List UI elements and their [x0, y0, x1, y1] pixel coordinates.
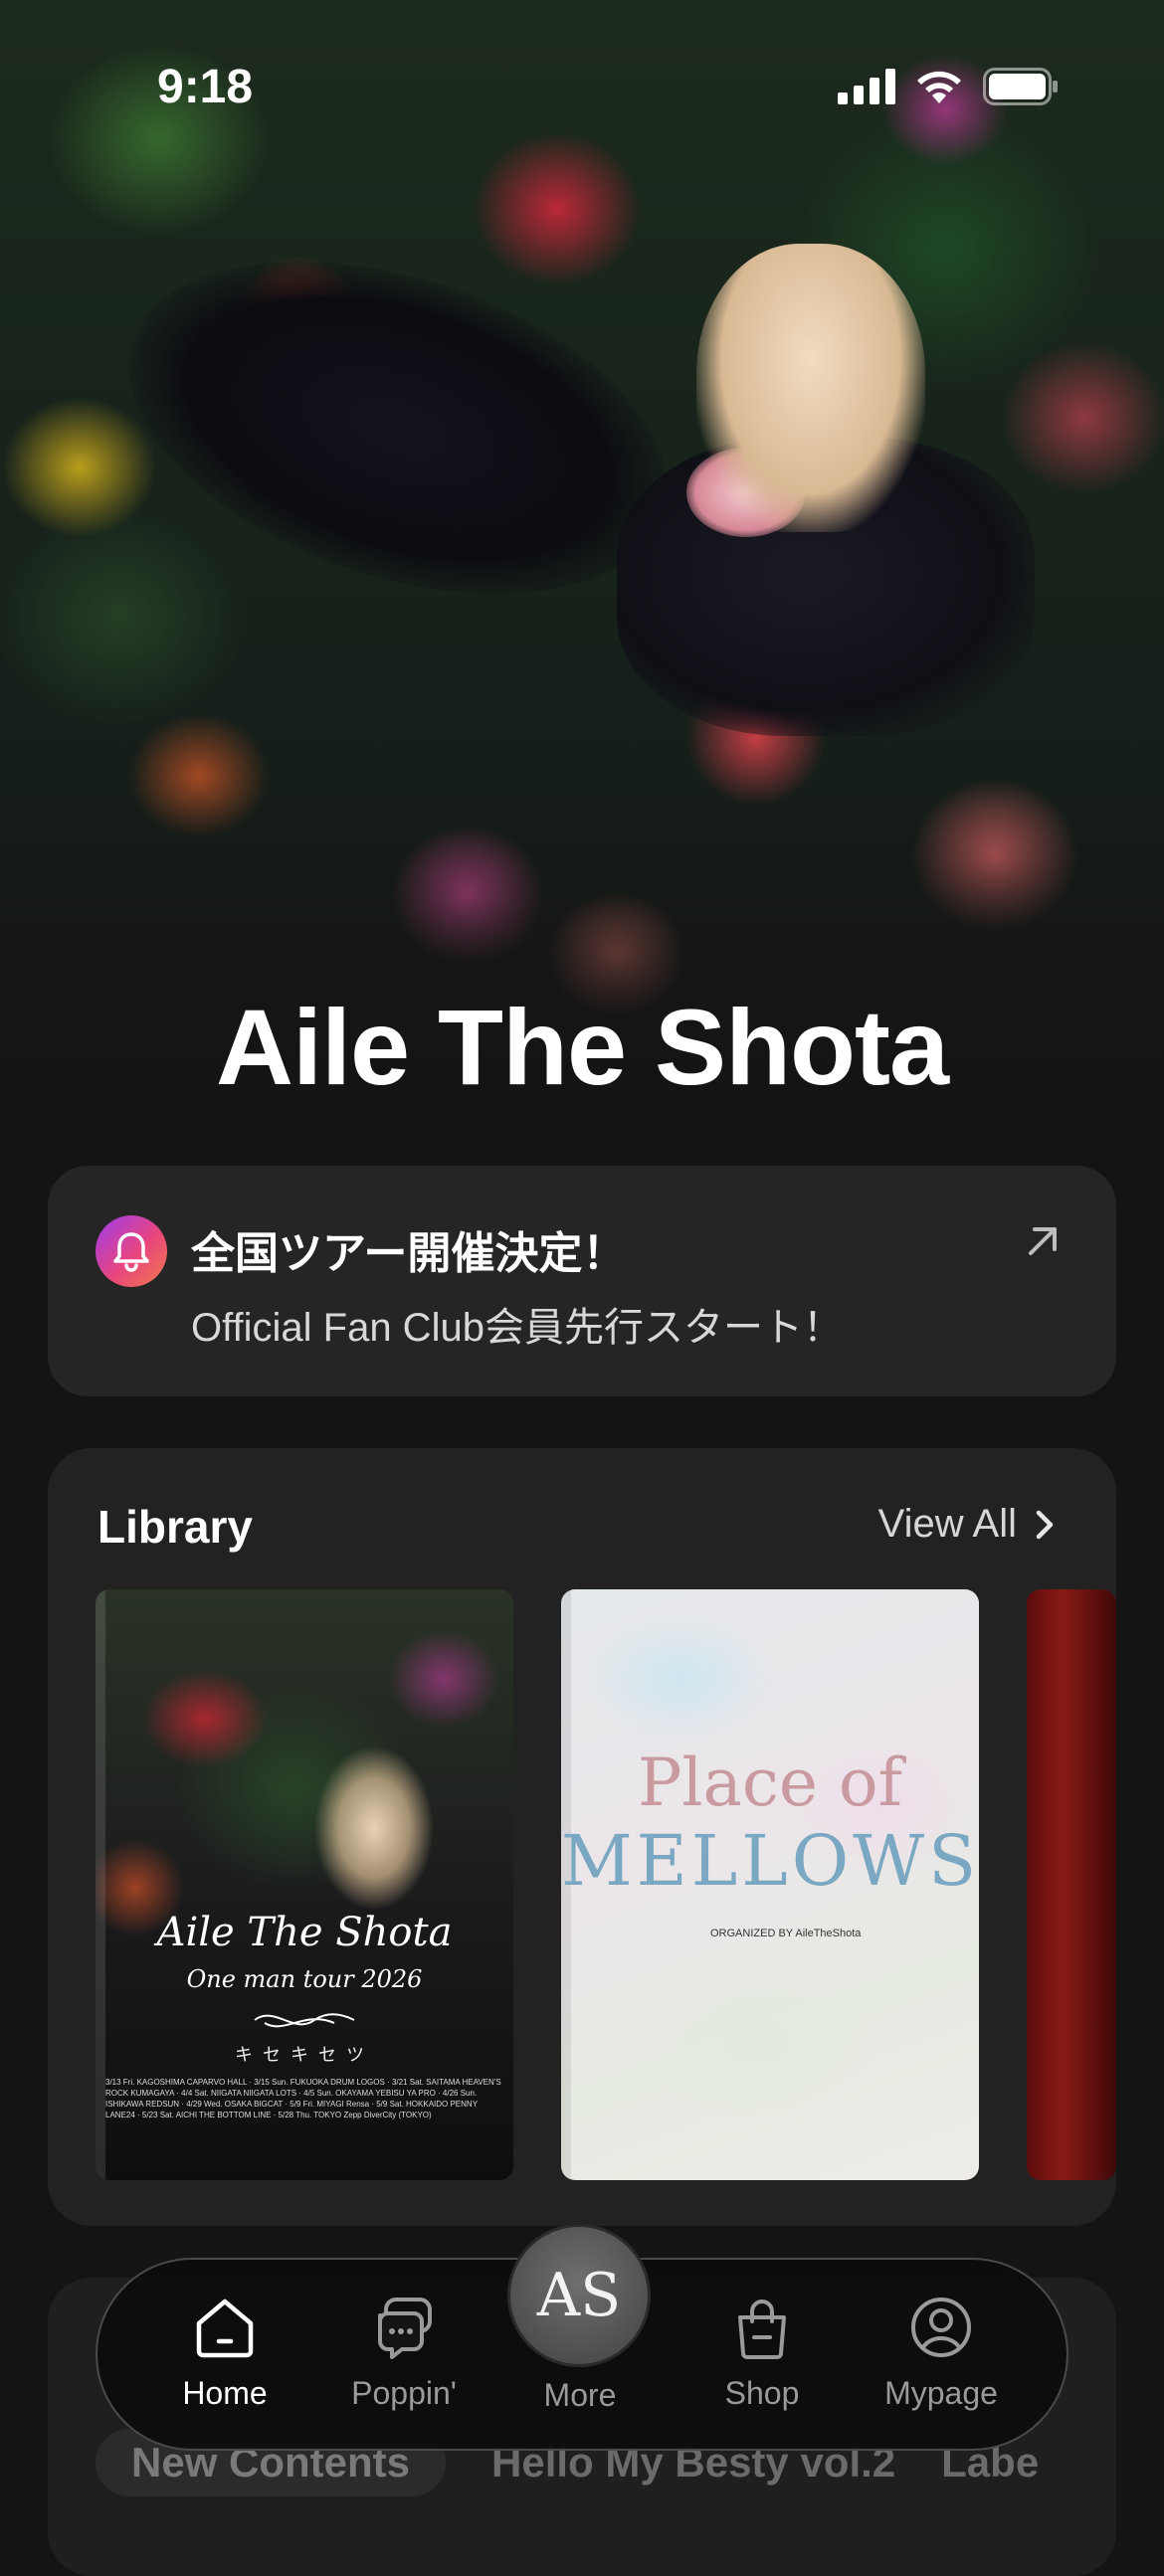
shopping-bag-icon — [738, 2300, 786, 2359]
view-all-link[interactable]: View All — [878, 1502, 1055, 1547]
tab-poppin-label: Poppin' — [351, 2375, 457, 2411]
book-subtitle: One man tour 2026 — [186, 1965, 423, 1993]
tab-shop[interactable]: Shop — [673, 2292, 852, 2412]
status-time: 9:18 — [157, 61, 254, 113]
ornament-icon — [254, 2013, 355, 2028]
library-item-partial[interactable] — [1027, 1589, 1116, 2180]
tab-more-label[interactable]: More — [485, 2377, 675, 2414]
user-icon — [911, 2298, 971, 2357]
book-organizer: ORGANIZED BY AileTheShota — [710, 1928, 862, 1939]
more-logo-text: AS — [536, 2261, 622, 2330]
announcement-banner[interactable]: 全国ツアー開催決定！ Official Fan Club会員先行スタート！ — [48, 1166, 1116, 1396]
chevron-right-icon — [1036, 1510, 1054, 1539]
chat-bubbles-icon — [378, 2298, 432, 2359]
tab-mypage[interactable]: Mypage — [852, 2292, 1031, 2412]
library-section: Library View All Aile The Shota One man … — [48, 1448, 1116, 2226]
tab-shop-label: Shop — [724, 2375, 800, 2411]
book-tour-dates: 3/13 Fri. KAGOSHIMA CAPARVO HALL · 3/15 … — [105, 2078, 501, 2119]
home-icon — [196, 2299, 254, 2358]
battery-icon — [983, 68, 1058, 105]
artist-name: Aile The Shota — [215, 987, 949, 1107]
book-title: Aile The Shota — [156, 1910, 453, 1955]
bell-icon — [96, 1215, 167, 1287]
book-japanese-title: キセキセツ — [235, 2045, 374, 2065]
book-title: Place of — [637, 1745, 903, 1821]
view-all-label: View All — [877, 1502, 1017, 1546]
hero-image — [0, 0, 1164, 1154]
cellular-signal-icon — [838, 69, 895, 104]
status-icons — [838, 68, 1059, 105]
wifi-icon — [917, 71, 961, 103]
library-item-place-of-mellows[interactable]: Place of MELLOWS ORGANIZED BY AileTheSho… — [561, 1589, 979, 2180]
announcement-title: 全国ツアー開催決定！ — [191, 1229, 627, 1278]
book-title-line2: MELLOWS — [561, 1820, 979, 1902]
library-item-tour-book[interactable]: Aile The Shota One man tour 2026 キセキセツ 3… — [96, 1589, 513, 2180]
tab-poppin[interactable]: Poppin' — [314, 2292, 493, 2412]
tab-home-label: Home — [182, 2375, 268, 2411]
announcement-subtitle: Official Fan Club会員先行スタート！ — [191, 1306, 843, 1350]
library-title: Library — [97, 1501, 253, 1553]
ats-logo-icon[interactable]: AS — [507, 2224, 651, 2367]
tab-mypage-label: Mypage — [884, 2375, 998, 2411]
hero-figure — [87, 199, 709, 656]
external-arrow-icon[interactable] — [1023, 1221, 1063, 1261]
tab-home[interactable]: Home — [135, 2292, 314, 2412]
